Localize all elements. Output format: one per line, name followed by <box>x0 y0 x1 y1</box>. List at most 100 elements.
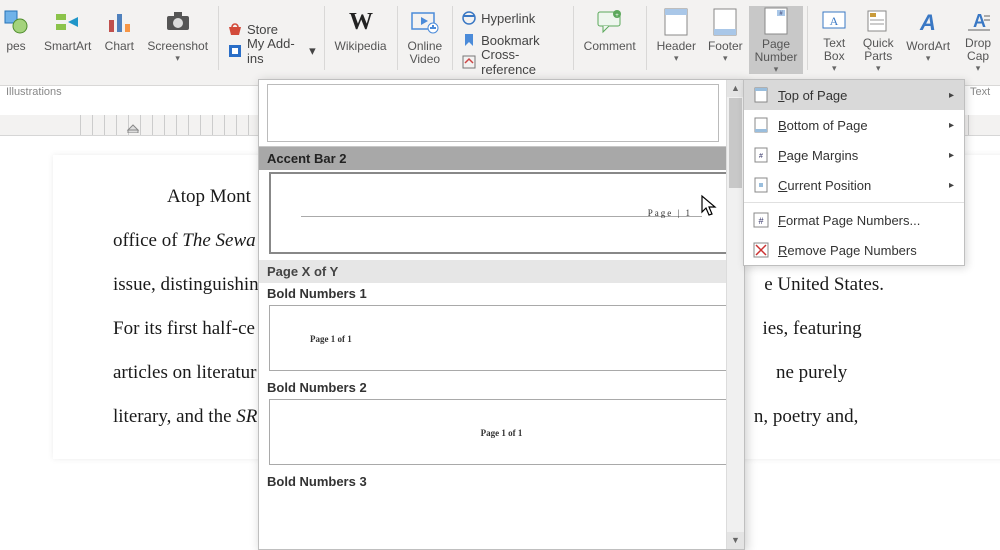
screenshot-icon <box>162 6 194 38</box>
store-icon <box>227 21 243 37</box>
dropcap-button[interactable]: A Drop Cap ▾ <box>956 6 1000 74</box>
chart-button[interactable]: Chart <box>97 6 141 74</box>
onlinevideo-button[interactable]: Online Video <box>402 6 449 74</box>
wikipedia-label: Wikipedia <box>335 40 387 53</box>
footer-icon <box>709 6 741 38</box>
submenu-arrow-icon: ▸ <box>949 180 954 191</box>
page-margins-icon: # <box>752 146 770 164</box>
ribbon: pes SmartArt Chart Screenshot ▾ Store <box>0 0 1000 86</box>
dropdown-arrow-icon: ▾ <box>976 63 981 74</box>
pagenumber-gallery: Accent Bar 2 Page | 1 Page X of Y Bold N… <box>258 79 745 550</box>
crossref-button[interactable]: Cross-reference <box>461 51 565 73</box>
thumb-sample-text: Page | 1 <box>648 208 692 218</box>
bookmark-icon <box>461 32 477 48</box>
thumb-sample-text: Page 1 of 1 <box>481 428 523 438</box>
menu-top-of-page[interactable]: Top of Page ▸ <box>744 80 964 110</box>
wordart-icon: A <box>912 6 944 38</box>
format-numbers-icon: # <box>752 211 770 229</box>
ribbon-separator <box>807 6 808 70</box>
menu-separator <box>744 202 964 203</box>
comment-button[interactable]: + Comment <box>578 6 642 74</box>
textbox-label: Text Box <box>823 37 845 63</box>
gallery-thumbnail-bold1[interactable]: Page 1 of 1 <box>269 305 734 371</box>
pagenumber-icon: # <box>760 6 792 36</box>
ribbon-separator <box>324 6 325 70</box>
shapes-icon <box>0 6 32 38</box>
textbox-icon: A <box>818 6 850 35</box>
svg-text:#: # <box>758 216 763 226</box>
page-top-icon <box>752 86 770 104</box>
menu-page-margins[interactable]: # Page Margins ▸ <box>744 140 964 170</box>
quickparts-button[interactable]: Quick Parts ▾ <box>856 6 900 74</box>
pagenumber-label: Page Number <box>755 38 798 64</box>
wordart-label: WordArt <box>906 40 950 53</box>
gallery-scrollbar[interactable]: ▲ ▼ <box>726 80 744 549</box>
quickparts-icon <box>862 6 894 35</box>
crossref-icon <box>461 54 477 70</box>
screenshot-button[interactable]: Screenshot ▾ <box>141 6 214 74</box>
menu-label: Top of Page <box>778 88 847 103</box>
chart-label: Chart <box>105 40 134 53</box>
menu-remove-page-numbers[interactable]: Remove Page Numbers <box>744 235 964 265</box>
myaddins-button[interactable]: My Add-ins ▾ <box>227 40 316 62</box>
shapes-button[interactable]: pes <box>0 6 38 74</box>
hyperlink-button[interactable]: Hyperlink <box>461 7 565 29</box>
ribbon-separator <box>646 6 647 70</box>
menu-format-page-numbers[interactable]: # Format Page Numbers... <box>744 205 964 235</box>
header-button[interactable]: Header ▾ <box>651 6 702 74</box>
dropdown-arrow-icon: ▾ <box>774 64 779 75</box>
ribbon-separator <box>452 6 453 70</box>
wordart-button[interactable]: A WordArt ▾ <box>900 6 956 74</box>
menu-label: Current Position <box>778 178 871 193</box>
store-label: Store <box>247 22 278 37</box>
crossref-label: Cross-reference <box>481 47 565 77</box>
textbox-button[interactable]: A Text Box ▾ <box>812 6 856 74</box>
ribbon-separator <box>573 6 574 70</box>
footer-label: Footer <box>708 40 743 53</box>
dropdown-arrow-icon: ▾ <box>832 63 837 74</box>
scroll-up-button[interactable]: ▲ <box>727 80 744 97</box>
scroll-down-button[interactable]: ▼ <box>727 532 744 549</box>
menu-bottom-of-page[interactable]: Bottom of Page ▸ <box>744 110 964 140</box>
video-icon <box>409 6 441 38</box>
menu-label: Format Page Numbers... <box>778 213 920 228</box>
gallery-thumbnail-bold2[interactable]: Page 1 of 1 <box>269 399 734 465</box>
svg-text:A: A <box>919 10 936 35</box>
pagenumber-button[interactable]: # Page Number ▾ <box>749 6 804 74</box>
menu-label: Remove Page Numbers <box>778 243 917 258</box>
myaddins-label: My Add-ins <box>247 36 303 66</box>
svg-text:+: + <box>615 13 619 19</box>
scroll-thumb[interactable] <box>729 98 742 188</box>
footer-button[interactable]: Footer ▾ <box>702 6 749 74</box>
smartart-button[interactable]: SmartArt <box>38 6 97 74</box>
dropdown-arrow-icon: ▾ <box>674 53 679 64</box>
indent-marker-icon[interactable] <box>126 117 140 133</box>
bookmark-label: Bookmark <box>481 33 540 48</box>
ribbon-separator <box>397 6 398 70</box>
wikipedia-button[interactable]: W Wikipedia <box>329 6 393 74</box>
menu-label: Page Margins <box>778 148 858 163</box>
screenshot-label: Screenshot <box>147 40 208 53</box>
gallery-thumbnail-accent2[interactable]: Page | 1 <box>269 172 734 254</box>
page-bottom-icon <box>752 116 770 134</box>
group-label-text: Text <box>970 86 990 98</box>
thumb-sample-text: Page 1 of 1 <box>310 334 352 344</box>
comment-label: Comment <box>584 40 636 53</box>
dropdown-arrow-icon: ▾ <box>723 53 728 64</box>
dropdown-arrow-icon: ▾ <box>876 63 881 74</box>
dropdown-arrow-icon: ▾ <box>175 53 180 64</box>
svg-text:#: # <box>759 153 763 160</box>
ribbon-separator <box>218 6 219 70</box>
pagenumber-menu: Top of Page ▸ Bottom of Page ▸ # Page Ma… <box>743 79 965 266</box>
submenu-arrow-icon: ▸ <box>949 150 954 161</box>
dropcap-icon: A <box>962 6 994 35</box>
gallery-category[interactable]: Page X of Y <box>259 260 744 283</box>
current-position-icon <box>752 176 770 194</box>
quickparts-label: Quick Parts <box>863 37 894 63</box>
header-icon <box>660 6 692 38</box>
gallery-category[interactable]: Accent Bar 2 <box>259 147 744 170</box>
menu-current-position[interactable]: Current Position ▸ <box>744 170 964 200</box>
gallery-item-label: Bold Numbers 2 <box>259 377 744 397</box>
menu-label: Bottom of Page <box>778 118 868 133</box>
shapes-label: pes <box>6 40 25 53</box>
